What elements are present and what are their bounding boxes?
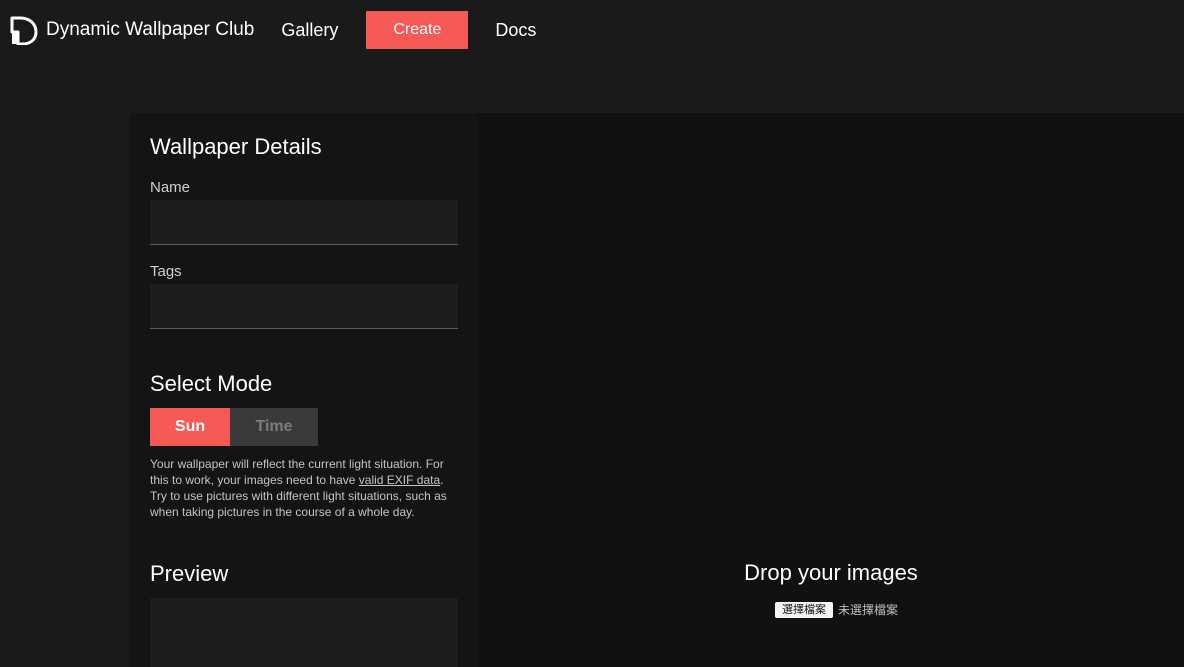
file-status-text: 未選擇檔案 (838, 603, 899, 617)
wallpaper-details-heading: Wallpaper Details (150, 134, 322, 159)
name-label: Name (150, 179, 191, 196)
nav-docs-link[interactable]: Docs (495, 20, 536, 41)
preview-heading: Preview (150, 561, 229, 586)
mode-time-button[interactable]: Time (230, 408, 318, 446)
image-drop-zone[interactable]: Drop your images 選擇檔案 未選擇檔案 (478, 113, 1184, 667)
name-input[interactable] (150, 200, 458, 245)
brand-name: Dynamic Wallpaper Club (46, 19, 255, 40)
choose-file-button[interactable]: 選擇檔案 (775, 601, 833, 618)
tags-label: Tags (150, 263, 182, 280)
logo-icon (10, 16, 38, 45)
tags-input[interactable] (150, 284, 458, 329)
wallpaper-details-panel: Wallpaper Details Name Tags Select Mode … (130, 113, 478, 667)
drop-images-title: Drop your images (744, 560, 918, 585)
nav-gallery-link[interactable]: Gallery (281, 20, 338, 41)
nav-create-button[interactable]: Create (366, 11, 469, 49)
top-navigation-bar: Dynamic Wallpaper Club Gallery Create Do… (0, 0, 1184, 60)
exif-data-link[interactable]: valid EXIF data (359, 473, 440, 487)
preview-area (150, 598, 458, 667)
select-mode-heading: Select Mode (150, 371, 273, 396)
file-input: 選擇檔案 未選擇檔案 (775, 601, 898, 618)
mode-toggle: Sun Time (150, 408, 318, 446)
mode-sun-button[interactable]: Sun (150, 408, 230, 446)
mode-description: Your wallpaper will reflect the current … (150, 456, 462, 520)
brand[interactable]: Dynamic Wallpaper Club (10, 15, 254, 45)
